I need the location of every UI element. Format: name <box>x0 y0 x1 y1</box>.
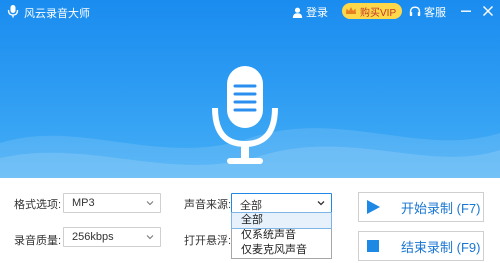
service-label: 客服 <box>424 7 446 19</box>
stop-recording-button[interactable]: 结束录制 (F9) <box>358 231 484 261</box>
headset-icon <box>409 6 421 16</box>
source-value: 全部 <box>240 200 262 212</box>
user-icon <box>292 7 303 18</box>
play-icon <box>367 200 380 214</box>
app-title: 风云录音大师 <box>24 8 90 20</box>
quality-label: 录音质量: <box>14 235 62 247</box>
customer-service-button[interactable]: 客服 <box>409 4 446 20</box>
app-logo-icon <box>7 5 19 18</box>
vip-label: 购买VIP <box>360 7 397 19</box>
source-option-mic[interactable]: 仅麦克风声音 <box>232 243 331 258</box>
source-label: 声音来源: <box>184 199 232 211</box>
close-icon[interactable] <box>480 3 496 19</box>
microphone-illustration <box>212 66 278 164</box>
format-label: 格式选项: <box>14 199 62 211</box>
chevron-down-icon <box>146 235 154 240</box>
format-select[interactable]: MP3 <box>63 193 161 213</box>
stop-icon <box>367 240 379 252</box>
quality-select[interactable]: 256kbps <box>63 227 161 247</box>
chevron-down-icon <box>317 201 325 206</box>
format-value: MP3 <box>72 197 95 209</box>
source-option-all[interactable]: 全部 <box>231 212 332 229</box>
source-select[interactable]: 全部 <box>231 193 332 213</box>
title-bar: 风云录音大师 登录 购买VIP 客服 <box>0 0 500 24</box>
login-button[interactable]: 登录 <box>292 4 328 20</box>
stop-recording-label: 结束录制 (F9) <box>401 239 481 255</box>
crown-icon <box>346 7 356 14</box>
source-option-system[interactable]: 仅系统声音 <box>232 228 331 243</box>
source-dropdown-list: 全部 仅系统声音 仅麦克风声音 <box>231 212 332 259</box>
float-label: 打开悬浮: <box>184 235 232 247</box>
minimize-icon[interactable] <box>458 3 474 19</box>
start-recording-button[interactable]: 开始录制 (F7) <box>358 192 484 222</box>
start-recording-label: 开始录制 (F7) <box>401 200 481 216</box>
hero-banner: 风云录音大师 登录 购买VIP 客服 <box>0 0 500 178</box>
quality-value: 256kbps <box>72 231 114 243</box>
chevron-down-icon <box>146 201 154 206</box>
buy-vip-button[interactable]: 购买VIP <box>342 3 403 19</box>
login-label: 登录 <box>306 7 328 19</box>
